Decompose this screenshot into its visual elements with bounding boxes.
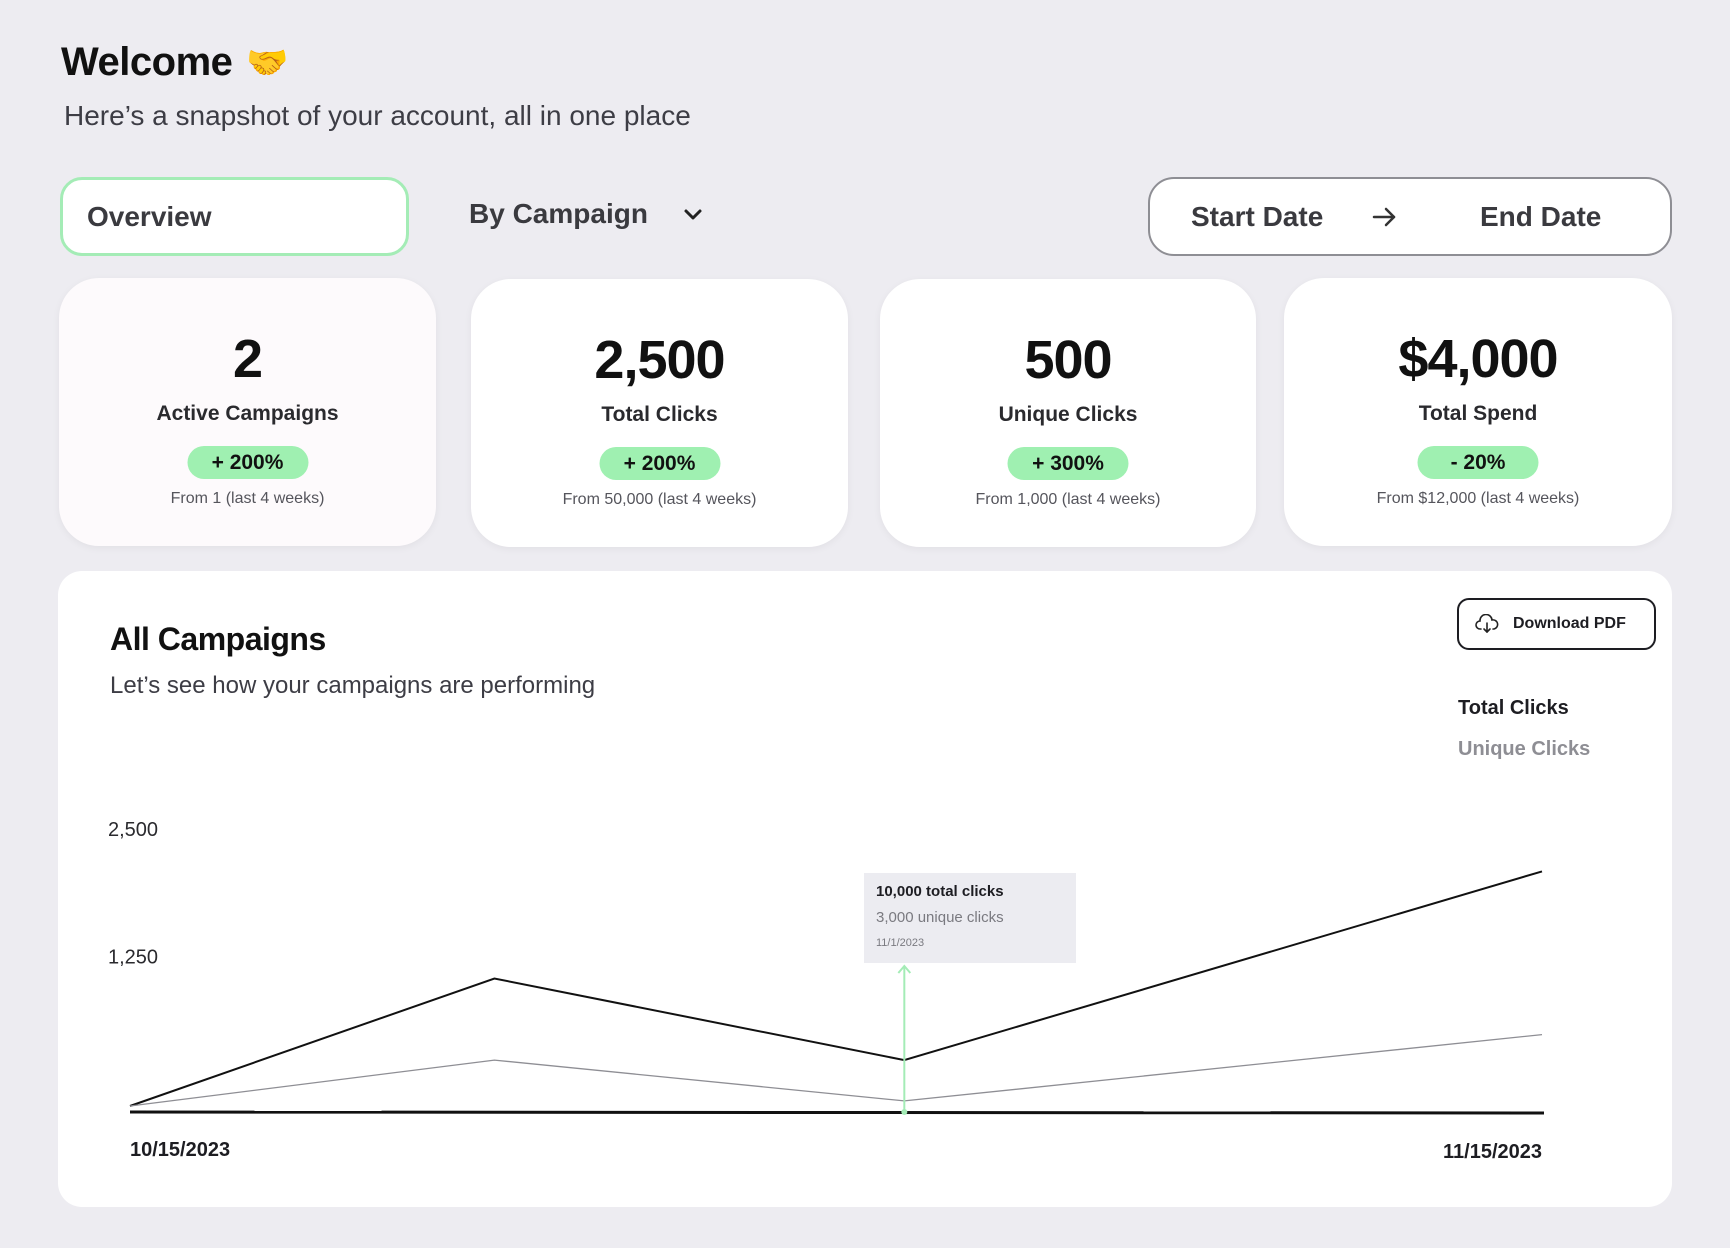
tooltip-total: 10,000 total clicks	[876, 883, 1004, 900]
arrow-right-icon	[1372, 207, 1396, 227]
stat-value: 2,500	[594, 330, 725, 390]
page-subtitle: Here’s a snapshot of your account, all i…	[64, 100, 691, 131]
start-date-field[interactable]: Start Date	[1191, 201, 1323, 233]
tooltip-unique: 3,000 unique clicks	[876, 909, 1004, 926]
stat-label: Active Campaigns	[156, 402, 339, 425]
campaign-select[interactable]: By Campaign	[469, 198, 704, 230]
stat-value: $4,000	[1398, 329, 1558, 389]
y-tick-label: 1,250	[108, 947, 158, 969]
stat-comparison: From 1 (last 4 weeks)	[170, 490, 325, 507]
all-campaigns-panel: All Campaigns Let’s see how your campaig…	[58, 571, 1672, 1207]
stat-label: Total Clicks	[601, 403, 718, 426]
change-badge: + 300%	[1007, 447, 1129, 480]
date-range-picker[interactable]: Start Date End Date	[1148, 177, 1672, 256]
stat-comparison: From 1,000 (last 4 weeks)	[975, 491, 1161, 508]
dashboard-page: Welcome 🤝 Here’s a snapshot of your acco…	[0, 0, 1730, 1248]
end-date-field[interactable]: End Date	[1480, 201, 1601, 233]
stat-card-total-spend: $4,000 Total Spend - 20% From $12,000 (l…	[1284, 278, 1672, 546]
y-tick-label: 2,500	[108, 819, 158, 841]
series-line-total-clicks	[129, 870, 1543, 1107]
x-tick-label: 11/15/2023	[1443, 1141, 1542, 1163]
stat-card-active-campaigns: 2 Active Campaigns + 200% From 1 (last 4…	[59, 278, 436, 546]
change-badge: - 20%	[1417, 446, 1539, 479]
stat-card-unique-clicks: 500 Unique Clicks + 300% From 1,000 (las…	[880, 279, 1256, 547]
chevron-down-icon	[684, 209, 702, 220]
handshake-icon: 🤝	[246, 43, 289, 82]
page-title: Welcome	[61, 40, 233, 84]
welcome-heading: Welcome 🤝	[61, 40, 289, 85]
stat-value: 2	[232, 329, 263, 389]
tab-overview-label: Overview	[87, 200, 212, 232]
series-line-unique-clicks	[129, 1033, 1543, 1107]
tooltip-date: 11/1/2023	[876, 937, 925, 949]
stat-comparison: From $12,000 (last 4 weeks)	[1376, 490, 1580, 507]
x-tick-label: 10/15/2023	[130, 1139, 230, 1161]
tab-overview[interactable]: Overview	[60, 177, 409, 256]
stat-value: 500	[1024, 330, 1112, 390]
campaign-select-label: By Campaign	[469, 198, 648, 229]
stat-label: Total Spend	[1418, 402, 1538, 425]
stat-label: Unique Clicks	[998, 403, 1138, 426]
change-badge: + 200%	[599, 447, 720, 480]
chart-tooltip: 10,000 total clicks 3,000 unique clicks …	[864, 873, 1076, 963]
x-axis-line	[129, 1110, 1545, 1115]
stat-comparison: From 50,000 (last 4 weeks)	[562, 491, 757, 508]
stat-card-total-clicks: 2,500 Total Clicks + 200% From 50,000 (l…	[471, 279, 848, 547]
marker-dot	[901, 1109, 908, 1115]
change-badge: + 200%	[187, 446, 308, 479]
